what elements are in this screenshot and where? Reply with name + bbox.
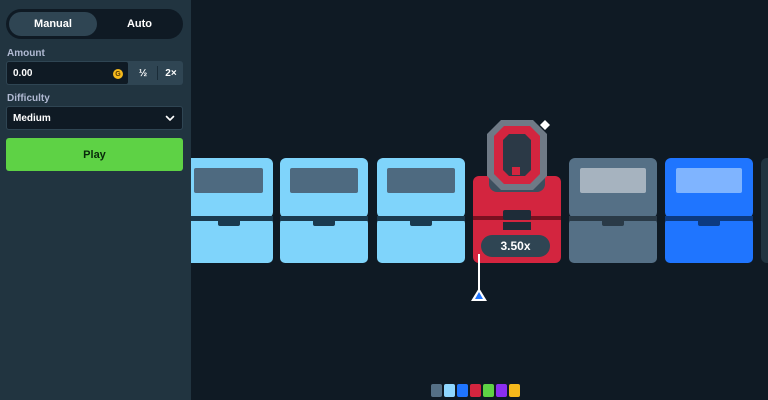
tile-2[interactable]	[280, 158, 368, 263]
swatch-blue[interactable]	[457, 384, 468, 397]
open-drawer-icon	[665, 158, 753, 263]
open-drawer-icon	[377, 158, 465, 263]
tile-6[interactable]	[665, 158, 753, 263]
tile-1[interactable]	[191, 158, 273, 263]
position-marker-icon	[471, 254, 487, 301]
swatch-green[interactable]	[483, 384, 494, 397]
half-amount-button[interactable]: ½	[129, 62, 157, 84]
play-button[interactable]: Play	[6, 138, 183, 171]
amount-field-group: 0.00 G ½ 2×	[6, 61, 183, 85]
double-amount-button[interactable]: 2×	[159, 62, 183, 84]
amount-value: 0.00	[13, 67, 33, 79]
swatch-yellow[interactable]	[509, 384, 520, 397]
game-board: 3.50x	[191, 0, 768, 400]
difficulty-select[interactable]: Medium	[6, 106, 183, 130]
tile-3[interactable]	[377, 158, 465, 263]
open-drawer-icon	[761, 158, 768, 263]
coin-icon: G	[113, 69, 123, 79]
swatch-purple[interactable]	[496, 384, 507, 397]
chevron-down-icon	[165, 115, 175, 121]
amount-label: Amount	[7, 48, 45, 59]
difficulty-label: Difficulty	[7, 93, 50, 104]
divider	[157, 66, 158, 80]
control-panel: Manual Auto Amount 0.00 G ½ 2× Difficult…	[0, 0, 191, 400]
swatch-light-blue[interactable]	[444, 384, 455, 397]
tile-7[interactable]	[761, 158, 768, 263]
swatch-gray[interactable]	[431, 384, 442, 397]
open-drawer-icon	[191, 158, 273, 263]
open-drawer-icon	[569, 158, 657, 263]
swatch-red[interactable]	[470, 384, 481, 397]
tile-5[interactable]	[569, 158, 657, 263]
auto-tab[interactable]: Auto	[99, 12, 180, 36]
multiplier-badge: 3.50x	[481, 235, 550, 257]
amount-input[interactable]: 0.00 G	[7, 62, 128, 84]
mode-toggle: Manual Auto	[6, 9, 183, 39]
difficulty-value: Medium	[13, 112, 51, 124]
manual-tab[interactable]: Manual	[9, 12, 97, 36]
open-drawer-icon	[280, 158, 368, 263]
